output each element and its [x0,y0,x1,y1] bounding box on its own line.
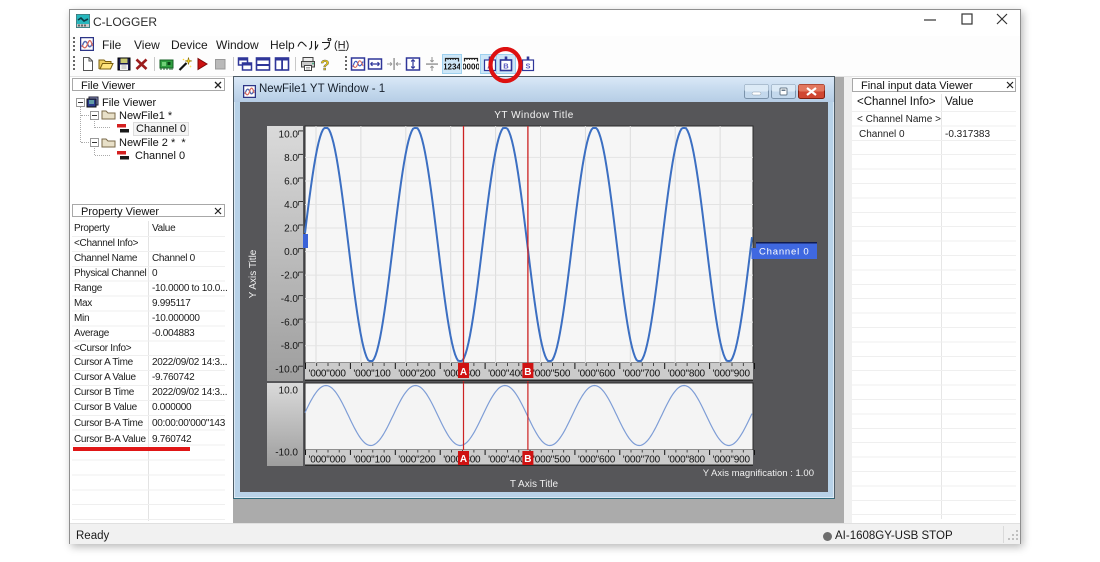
svg-text:-4.0: -4.0 [281,294,299,305]
svg-text:2.0: 2.0 [284,224,298,235]
svg-text:-10.0: -10.0 [275,365,298,376]
svg-text:'000"600: '000"600 [578,455,616,466]
svg-text:'000"000: '000"000 [309,369,347,380]
svg-text:?: ? [320,57,329,72]
svg-text:Channel 0: Channel 0 [759,247,810,258]
svg-text:'000"500: '000"500 [533,455,571,466]
svg-text:'000"700: '000"700 [623,455,661,466]
svg-text:'000"600: '000"600 [578,369,616,380]
svg-text:A: A [460,367,467,378]
svg-text:4.0: 4.0 [284,200,298,211]
svg-text:B: B [524,454,531,465]
svg-text:Y Axis Title: Y Axis Title [248,249,259,298]
svg-text:'000"700: '000"700 [623,369,661,380]
svg-text:'000"200: '000"200 [398,455,436,466]
svg-text:(H): (H) [334,40,349,52]
svg-text:'000"000: '000"000 [309,455,347,466]
svg-text:'000"900: '000"900 [713,455,751,466]
svg-text:'000"800: '000"800 [668,455,706,466]
svg-text:'000"500: '000"500 [533,369,571,380]
svg-text:6.0: 6.0 [284,177,298,188]
svg-text:YT Window Title: YT Window Title [494,110,574,121]
svg-text:Y Axis magnification : 1.00: Y Axis magnification : 1.00 [703,468,814,479]
svg-text:10.0: 10.0 [279,129,299,140]
svg-text:1234: 1234 [444,63,460,72]
svg-text:'000"100: '000"100 [353,369,391,380]
svg-text:A: A [460,454,467,465]
svg-text:'000"800: '000"800 [668,369,706,380]
svg-text:B: B [524,367,531,378]
svg-text:0.0: 0.0 [284,247,298,258]
svg-text:T Axis Title: T Axis Title [510,479,559,490]
svg-text:S: S [525,62,530,71]
svg-text:-8.0: -8.0 [281,341,299,352]
svg-text:8.0: 8.0 [284,153,298,164]
svg-text:-2.0: -2.0 [281,271,299,282]
svg-text:'000"100: '000"100 [353,455,391,466]
svg-text:-6.0: -6.0 [281,318,299,329]
svg-text:'000"400: '000"400 [488,455,526,466]
svg-text:-10.0: -10.0 [275,448,298,459]
svg-text:10.0: 10.0 [279,386,299,397]
svg-text:'000"200: '000"200 [398,369,436,380]
svg-text:'000"400: '000"400 [488,369,526,380]
svg-text:0000: 0000 [463,63,479,72]
svg-text:'000"900: '000"900 [713,369,751,380]
